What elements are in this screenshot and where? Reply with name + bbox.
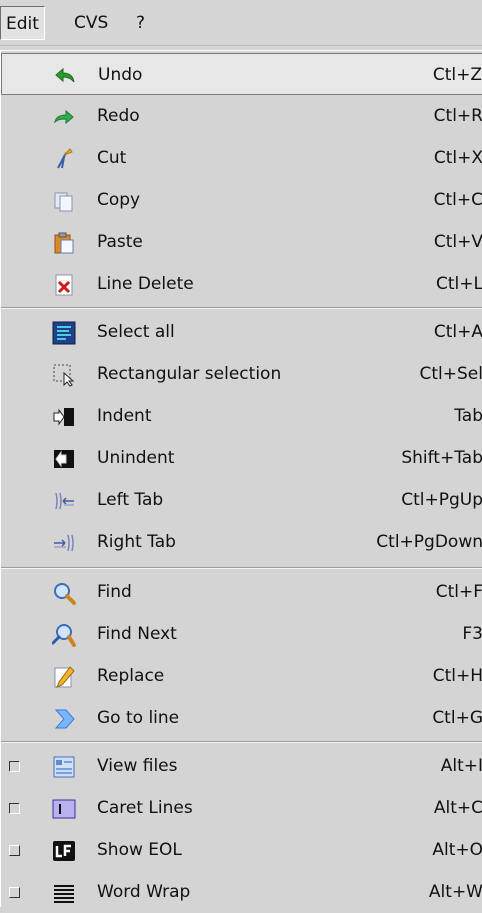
- menu-item-label: Cut: [97, 148, 127, 168]
- menu-bar: Edit CVS ?: [0, 0, 482, 46]
- chevron-right-icon: [54, 709, 75, 729]
- checkbox-unchecked-icon[interactable]: [9, 803, 20, 814]
- menu-item-right-tab[interactable]: Right Tab Ctl+PgDown: [1, 521, 482, 563]
- menu-help-label: ?: [136, 13, 146, 33]
- menu-item-shortcut: Ctl+C: [433, 190, 482, 210]
- right-tab-icon: [54, 534, 74, 552]
- menu-item-shortcut: Ctl+G: [432, 708, 482, 728]
- menu-item-cut[interactable]: Cut Ctl+X: [1, 137, 482, 179]
- menu-item-label: Indent: [97, 406, 152, 426]
- menu-item-label: Find Next: [97, 624, 177, 644]
- lf-eol-icon: [53, 841, 75, 861]
- menu-item-shortcut: Ctl+A: [433, 322, 482, 342]
- menu-item-label: Line Delete: [97, 274, 194, 294]
- checkbox-unchecked-icon[interactable]: [9, 887, 20, 898]
- checkbox-unchecked-icon[interactable]: [9, 845, 20, 856]
- edit-dropdown-menu: Undo Ctl+Z Redo Ctl+R Cut Ctl+X Copy Ctl…: [0, 50, 482, 907]
- menu-item-label: Right Tab: [97, 532, 176, 552]
- menu-item-undo[interactable]: Undo Ctl+Z: [1, 53, 482, 95]
- undo-arrow-icon: [55, 67, 75, 83]
- menu-cvs[interactable]: CVS: [68, 6, 114, 40]
- menu-item-view-files[interactable]: View files Alt+I: [1, 745, 482, 787]
- menu-item-copy[interactable]: Copy Ctl+C: [1, 179, 482, 221]
- menu-item-label: Paste: [97, 232, 143, 252]
- menu-item-shortcut: Alt+I: [440, 756, 482, 776]
- menu-item-shortcut: Tab: [454, 406, 482, 426]
- menu-item-shortcut: Ctl+F: [435, 582, 482, 602]
- menu-item-shortcut: Ctl+H: [432, 666, 482, 686]
- magnifier-next-icon: [52, 624, 76, 647]
- pencil-replace-icon: [54, 666, 75, 688]
- checkbox-unchecked-icon[interactable]: [9, 761, 20, 772]
- menu-item-redo[interactable]: Redo Ctl+R: [1, 95, 482, 137]
- menu-item-shortcut: Ctl+Z: [432, 65, 482, 85]
- menu-item-label: Redo: [97, 106, 140, 126]
- menu-edit-label: Edit: [6, 14, 39, 34]
- menu-item-shortcut: Ctl+R: [433, 106, 482, 126]
- menu-item-find-next[interactable]: Find Next F3: [1, 613, 482, 655]
- menu-item-caret-lines[interactable]: Caret Lines Alt+C: [1, 787, 482, 829]
- clipboard-icon: [54, 232, 74, 254]
- menu-item-indent[interactable]: Indent Tab: [1, 395, 482, 437]
- menu-item-label: View files: [97, 756, 178, 776]
- copy-pages-icon: [54, 192, 73, 212]
- menu-item-go-to-line[interactable]: Go to line Ctl+G: [1, 697, 482, 739]
- menu-item-find[interactable]: Find Ctl+F: [1, 571, 482, 613]
- menu-item-shortcut: Shift+Tab: [401, 448, 482, 468]
- menu-item-replace[interactable]: Replace Ctl+H: [1, 655, 482, 697]
- caret-lines-icon: [52, 799, 76, 819]
- menu-item-shortcut: Ctl+Sel: [419, 364, 482, 384]
- red-x-document-icon: [55, 274, 73, 296]
- magnifier-icon: [54, 583, 76, 605]
- menu-item-unindent[interactable]: Unindent Shift+Tab: [1, 437, 482, 479]
- redo-arrow-icon: [54, 109, 74, 125]
- word-wrap-lines-icon: [54, 885, 74, 903]
- menu-item-label: Rectangular selection: [97, 364, 282, 384]
- menu-item-paste[interactable]: Paste Ctl+V: [1, 221, 482, 263]
- menu-edit[interactable]: Edit: [0, 6, 45, 40]
- menu-item-line-delete[interactable]: Line Delete Ctl+L: [1, 263, 482, 305]
- menu-item-left-tab[interactable]: Left Tab Ctl+PgUp: [1, 479, 482, 521]
- menu-item-label: Show EOL: [97, 840, 182, 860]
- menu-item-label: Undo: [98, 65, 143, 85]
- menu-item-label: Select all: [97, 322, 175, 342]
- menu-item-select-all[interactable]: Select all Ctl+A: [1, 311, 482, 353]
- menu-separator: [1, 567, 482, 569]
- rectangle-selection-icon: [53, 364, 75, 387]
- menu-item-rectangular-selection[interactable]: Rectangular selection Ctl+Sel: [1, 353, 482, 395]
- menu-item-shortcut: Ctl+PgUp: [401, 490, 482, 510]
- menu-item-shortcut: Ctl+L: [436, 274, 482, 294]
- menu-item-shortcut: Ctl+X: [433, 148, 482, 168]
- menu-item-shortcut: Ctl+V: [433, 232, 482, 252]
- menu-item-show-eol[interactable]: Show EOL Alt+O: [1, 829, 482, 871]
- scissors-icon: [57, 148, 73, 169]
- unindent-icon: [54, 450, 74, 468]
- menu-item-label: Caret Lines: [97, 798, 193, 818]
- menu-item-label: Replace: [97, 666, 165, 686]
- menu-item-shortcut: Ctl+PgDown: [376, 532, 482, 552]
- menu-item-label: Find: [97, 582, 132, 602]
- menu-cvs-label: CVS: [74, 13, 109, 33]
- menu-item-shortcut: Alt+O: [432, 840, 482, 860]
- menu-help[interactable]: ?: [130, 6, 151, 40]
- menu-item-shortcut: Alt+C: [433, 798, 482, 818]
- menu-item-label: Copy: [97, 190, 141, 210]
- menu-item-label: Left Tab: [97, 490, 164, 510]
- menu-item-label: Unindent: [97, 448, 175, 468]
- menu-separator: [1, 741, 482, 743]
- file-list-icon: [53, 756, 75, 778]
- select-all-icon: [52, 321, 76, 345]
- menu-item-label: Go to line: [97, 708, 180, 728]
- left-tab-icon: [55, 492, 74, 510]
- menu-item-shortcut: F3: [462, 624, 482, 644]
- indent-icon: [53, 408, 74, 426]
- menu-separator: [1, 307, 482, 309]
